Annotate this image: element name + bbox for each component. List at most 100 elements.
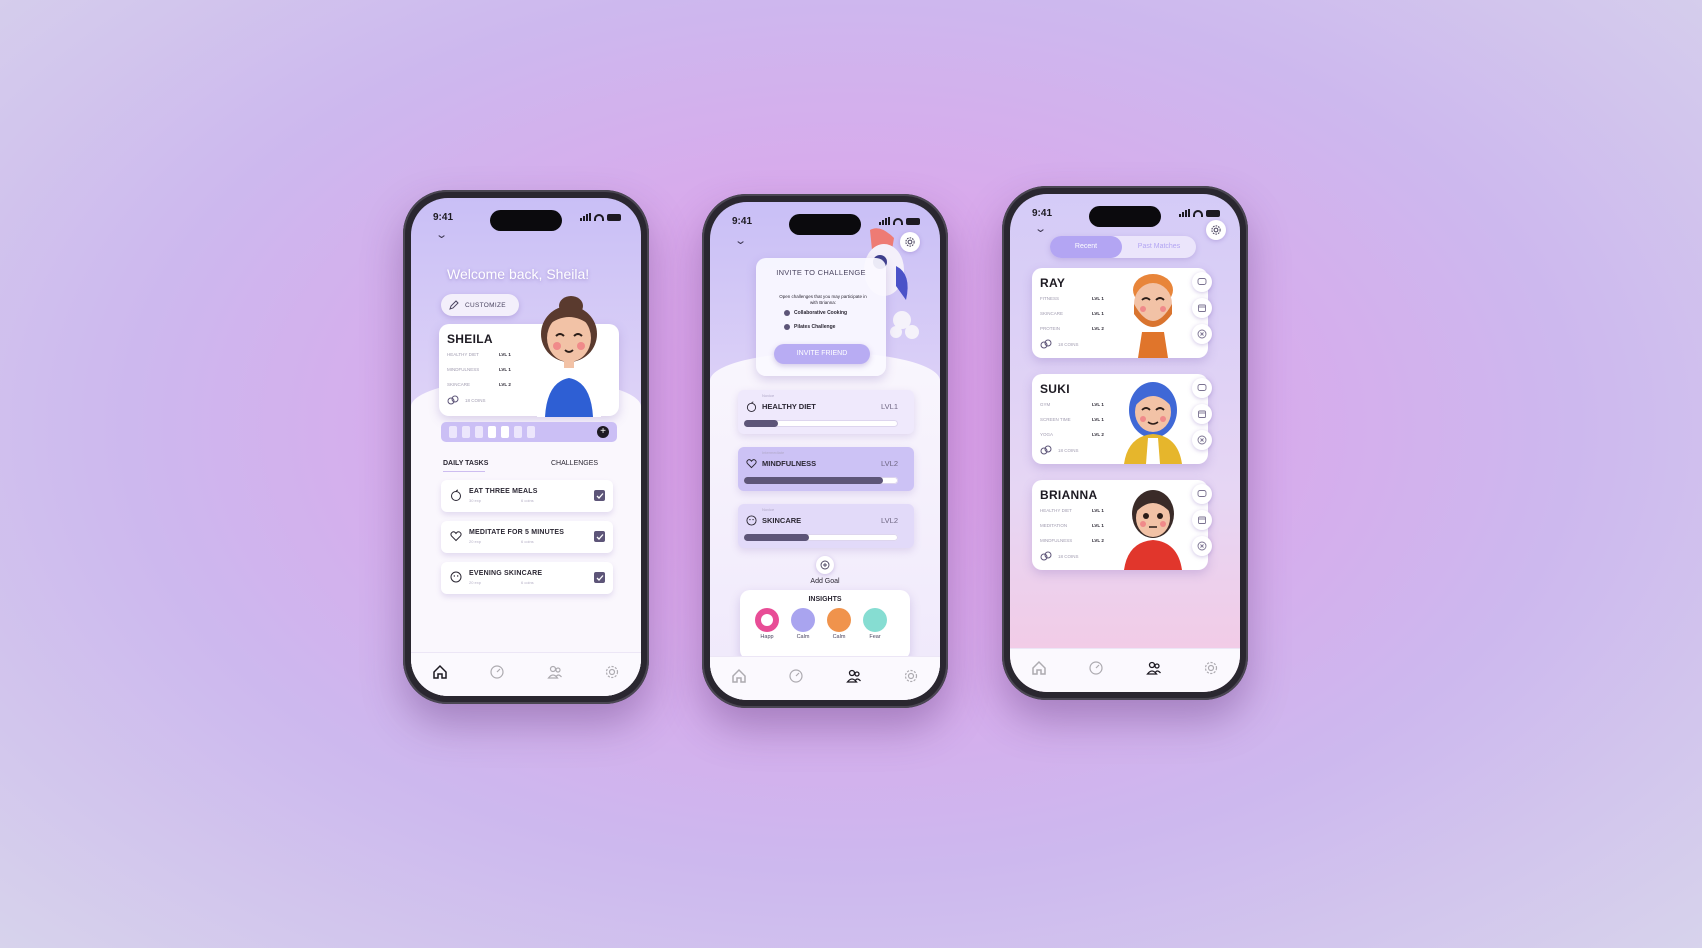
mood-item[interactable]: Fear	[862, 608, 888, 640]
segment-past-matches[interactable]: Past Matches	[1122, 236, 1196, 258]
phone-friends: 9:41 ⌄ Recent Past Matches RAY FITNESS LV…	[1002, 186, 1248, 700]
people-icon	[547, 665, 562, 679]
tab-friends[interactable]	[845, 667, 863, 685]
task-item[interactable]: EVENING SKINCARE 20 exp 6 coins	[441, 562, 613, 594]
task-checkbox[interactable]	[594, 531, 605, 542]
suki-avatar	[1124, 382, 1182, 464]
people-icon	[845, 669, 861, 683]
tab-settings[interactable]	[1202, 659, 1220, 677]
radio-icon	[784, 324, 790, 330]
tab-goals[interactable]	[787, 667, 805, 685]
add-goal-button[interactable]	[810, 556, 840, 574]
apple-icon	[746, 401, 757, 412]
chevron-down-icon[interactable]: ⌄	[435, 228, 448, 241]
segment-recent[interactable]: Recent	[1050, 236, 1122, 258]
tab-goals[interactable]	[1087, 659, 1105, 677]
task-item[interactable]: EAT THREE MEALS 30 exp 6 coins	[441, 480, 613, 512]
chat-button[interactable]	[1192, 378, 1212, 398]
pencil-icon	[449, 300, 459, 310]
friend-name: BRIANNA	[1040, 488, 1098, 502]
calendar-button[interactable]	[1192, 298, 1212, 318]
ray-avatar	[1124, 274, 1182, 358]
stat-label: YOGA	[1040, 432, 1054, 437]
status-time: 9:41	[433, 212, 454, 223]
status-time: 9:41	[732, 216, 753, 227]
mood-label: Happ	[760, 634, 774, 640]
invite-friend-button[interactable]: INVITE FRIEND	[774, 344, 870, 364]
coins-icon	[447, 395, 459, 405]
progress-segment	[501, 426, 509, 438]
coins-label: 18 COINS	[1058, 553, 1079, 559]
mood-item[interactable]: Calm	[790, 608, 816, 640]
status-time: 9:41	[1032, 208, 1053, 219]
settings-button[interactable]	[1206, 220, 1226, 240]
mood-item[interactable]: Calm	[826, 608, 852, 640]
friend-card[interactable]: SUKI GYM LVL 1 SCREEN TIME LVL 1 YOGA LVL 2…	[1032, 374, 1208, 464]
add-circle-icon[interactable]: +	[597, 426, 609, 438]
progress-segment	[462, 426, 470, 438]
calendar-button[interactable]	[1192, 404, 1212, 424]
goal-card[interactable]: Intermediate MINDFULNESS LVL2	[738, 447, 914, 491]
progress-segment	[449, 426, 457, 438]
friend-card[interactable]: RAY FITNESS LVL 1 SKINCARE LVL 1 PROTEIN LV…	[1032, 268, 1208, 358]
calendar-button[interactable]	[1192, 510, 1212, 530]
people-icon	[1145, 661, 1161, 675]
task-checkbox[interactable]	[594, 572, 605, 583]
goal-card[interactable]: Novice HEALTHY DIET LVL1	[738, 390, 914, 434]
coins: 18 COINS	[447, 395, 511, 405]
tab-home[interactable]	[1030, 659, 1048, 677]
task-coins: 6 coins	[521, 580, 534, 585]
coins-icon	[1040, 445, 1052, 455]
task-title: MEDITATE FOR 5 MINUTES	[469, 529, 565, 536]
battery-icon	[1206, 209, 1220, 217]
chat-button[interactable]	[1192, 272, 1212, 292]
bottom-tab-bar	[1010, 648, 1240, 692]
bottom-tab-bar	[710, 656, 940, 700]
chat-icon	[1197, 278, 1207, 285]
task-item[interactable]: MEDITATE FOR 5 MINUTES 20 exp 6 coins	[441, 521, 613, 553]
task-checkbox[interactable]	[594, 490, 605, 501]
goal-card[interactable]: Novice SKINCARE LVL2	[738, 504, 914, 548]
tab-challenges[interactable]: CHALLENGES	[551, 460, 598, 467]
tab-friends[interactable]	[1145, 659, 1163, 677]
challenge-option[interactable]: Pilates Challenge	[784, 324, 835, 330]
mood-label: Calm	[796, 634, 810, 640]
challenge-option[interactable]: Collaborative Cooking	[784, 310, 847, 316]
tab-settings[interactable]	[603, 663, 621, 681]
mood-item[interactable]: Happ	[754, 608, 780, 640]
task-coins: 6 coins	[521, 539, 534, 544]
tab-friends[interactable]	[546, 663, 564, 681]
chat-icon	[1197, 384, 1207, 391]
status-icons	[580, 213, 621, 221]
stat-level: LVL 1	[1092, 402, 1104, 407]
remove-button[interactable]	[1192, 430, 1212, 450]
customize-button[interactable]: CUSTOMIZE	[441, 294, 519, 316]
mood-label: Fear	[869, 634, 881, 640]
friend-card[interactable]: BRIANNA HEALTHY DIET LVL 1 MEDITATION LVL …	[1032, 480, 1208, 570]
chevron-down-icon[interactable]: ⌄	[734, 234, 747, 247]
stat-label: MINDFULNESS	[447, 367, 480, 372]
home-screen: 9:41 ⌄ Welcome back, Sheila! CUSTOMIZE S…	[411, 198, 641, 696]
segmented-control: Recent Past Matches	[1050, 236, 1196, 258]
tab-settings[interactable]	[902, 667, 920, 685]
gear-icon	[1205, 661, 1218, 674]
tab-goals[interactable]	[488, 663, 506, 681]
progress-segment	[488, 426, 496, 438]
chevron-down-icon[interactable]: ⌄	[1034, 222, 1047, 235]
challenge-option-label: Collaborative Cooking	[794, 310, 848, 316]
remove-button[interactable]	[1192, 536, 1212, 556]
calendar-icon	[1198, 410, 1206, 418]
tab-home[interactable]	[730, 667, 748, 685]
add-goal-label: Add Goal	[810, 578, 840, 585]
mood-circle	[863, 608, 887, 632]
invite-card: INVITE TO CHALLENGE Open challenges that…	[756, 258, 886, 376]
tab-home[interactable]	[431, 663, 449, 681]
chat-button[interactable]	[1192, 484, 1212, 504]
goal-level: LVL2	[881, 516, 898, 525]
tab-daily-tasks[interactable]: DAILY TASKS	[443, 460, 488, 467]
radio-icon	[784, 310, 790, 316]
stat-level: LVL 2	[1092, 432, 1104, 437]
remove-button[interactable]	[1192, 324, 1212, 344]
invite-title: INVITE TO CHALLENGE	[776, 268, 866, 277]
stat-level: LVL 2	[1092, 538, 1104, 543]
